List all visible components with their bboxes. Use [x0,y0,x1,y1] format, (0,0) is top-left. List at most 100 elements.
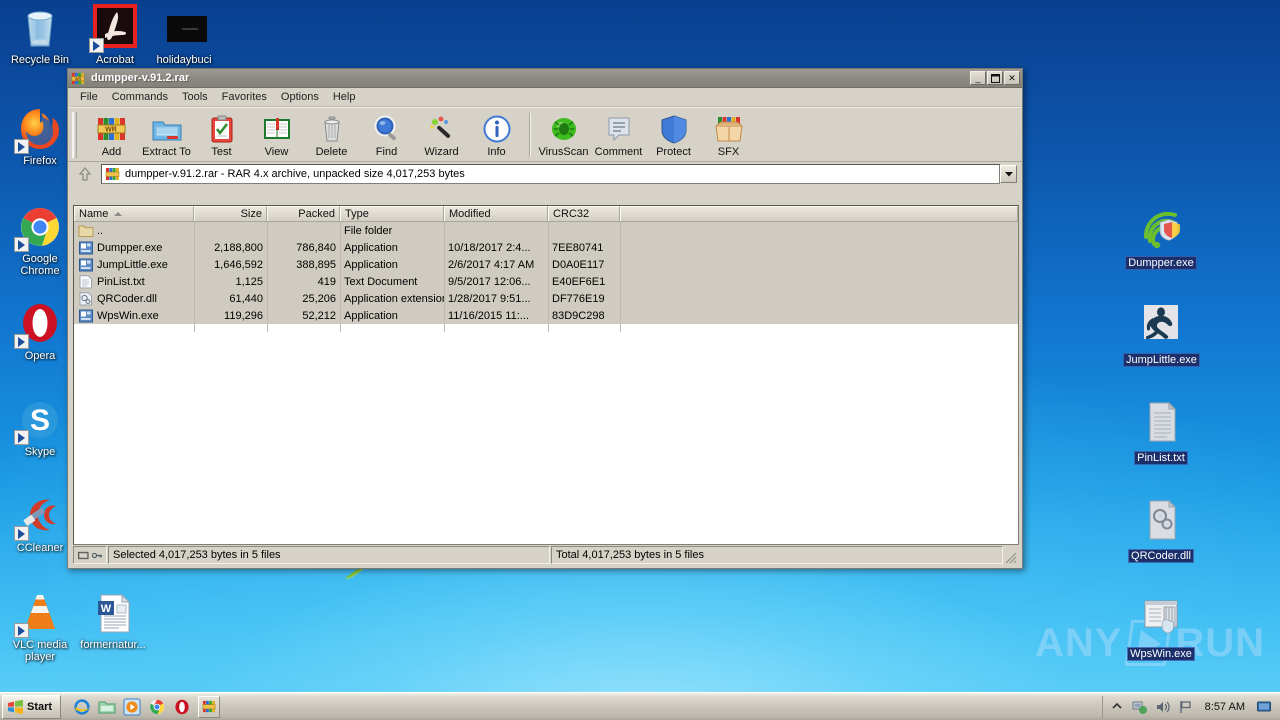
desktop-icon-label: Skype [24,446,56,458]
find-magnifier-icon [371,113,403,145]
toolbar-button-protect[interactable]: Protect [646,111,701,158]
toolbar-button-delete[interactable]: Delete [304,111,359,158]
cell-size: 2,188,800 [214,241,263,254]
window-titlebar[interactable]: WR dumpper-v.91.2.rar _ ✕ [68,69,1022,88]
desktop-icon-skype[interactable]: S Skype [3,396,77,458]
address-dropdown-button[interactable] [1000,165,1017,183]
table-row[interactable]: QRCoder.dll 61,440 25,206 Application ex… [74,290,1018,307]
winrar-window[interactable]: WR dumpper-v.91.2.rar _ ✕ File Commands … [67,68,1023,569]
column-header-packed[interactable]: Packed [267,206,340,221]
desktop-icon-pinlist-txt[interactable]: PinList.txt [1124,398,1198,466]
toolbar[interactable]: WR Add Extract To Test View Delete Find … [68,107,1022,162]
taskbar-chrome-icon[interactable] [148,698,166,716]
start-label: Start [27,700,53,713]
black-file-icon [160,4,208,52]
volume-icon[interactable] [1155,699,1171,715]
menu-bar[interactable]: File Commands Tools Favorites Options He… [68,88,1022,107]
desktop-icon-opera[interactable]: Opera [3,300,77,362]
cell-name: WpsWin.exe [97,309,159,322]
taskbar-media-player-icon[interactable] [123,698,141,716]
maximize-button[interactable] [987,71,1003,85]
up-one-level-button[interactable] [73,164,97,185]
wifi-shield-icon [1137,203,1185,251]
system-tray[interactable]: 8:57 AM [1101,695,1276,718]
address-field[interactable]: dumpper-v.91.2.rar - RAR 4.x archive, un… [101,164,1000,184]
menu-item-options[interactable]: Options [274,89,326,105]
word-document-icon: W [89,589,137,637]
toolbar-button-add[interactable]: WR Add [84,111,139,158]
desktop-icon-vlc-media-player[interactable]: VLC media player [3,589,77,663]
quick-launch-bar[interactable] [73,695,221,719]
desktop-icon-holidaybuci[interactable]: holidaybuci [147,4,221,66]
column-header-type[interactable]: Type [340,206,444,221]
resize-grip[interactable] [1003,546,1017,564]
taskbar-opera-icon[interactable] [173,698,191,716]
menu-item-tools[interactable]: Tools [175,89,215,105]
toolbar-label: Test [211,146,232,158]
toolbar-button-sfx[interactable]: SFX [701,111,756,158]
cell-type: Application [344,241,398,254]
table-row[interactable]: .. File folder [74,222,1018,239]
menu-item-favorites[interactable]: Favorites [215,89,274,105]
show-desktop-icon[interactable] [1256,699,1272,715]
toolbar-button-test[interactable]: Test [194,111,249,158]
cell-name: Dumpper.exe [97,241,163,254]
wizard-wand-icon [426,113,458,145]
column-header-modified[interactable]: Modified [444,206,548,221]
desktop-icon-formernatur[interactable]: W formernatur... [76,589,150,651]
taskbar-windows-explorer-icon[interactable] [98,698,116,716]
menu-item-file[interactable]: File [73,89,105,105]
desktop[interactable]: ANY RUN Recycle Bin Acrobat holidaybuci … [0,0,1280,720]
desktop-icon-recycle-bin[interactable]: Recycle Bin [3,4,77,66]
desktop-icon-label: Acrobat [96,54,134,66]
column-divider [548,222,549,332]
desktop-icon-wpswin-exe[interactable]: WpsWin.exe [1124,594,1198,662]
cell-type: Application [344,309,398,322]
start-button[interactable]: Start [2,694,62,719]
taskbar[interactable]: Start 8:57 AM [0,692,1280,720]
shortcut-overlay-icon [14,430,29,445]
column-header-row[interactable]: Name Size Packed Type Modified CRC32 [74,206,1018,222]
file-rows[interactable]: .. File folder Dumpper.exe 2,188,800 786… [74,222,1018,332]
comment-balloon-icon [603,113,635,145]
toolbar-button-info[interactable]: Info [469,111,524,158]
delete-trash-icon [316,113,348,145]
toolbar-button-wizard[interactable]: Wizard [414,111,469,158]
desktop-icon-google-chrome[interactable]: Google Chrome [3,203,77,277]
taskbar-internet-explorer-icon[interactable] [73,698,91,716]
table-row[interactable]: Dumpper.exe 2,188,800 786,840 Applicatio… [74,239,1018,256]
taskbar-clock[interactable]: 8:57 AM [1205,701,1245,713]
menu-item-commands[interactable]: Commands [105,89,175,105]
flag-icon[interactable] [1178,699,1194,715]
column-header-name[interactable]: Name [74,206,194,221]
table-row[interactable]: WpsWin.exe 119,296 52,212 Application 11… [74,307,1018,324]
menu-item-help[interactable]: Help [326,89,363,105]
toolbar-button-find[interactable]: Find [359,111,414,158]
taskbar-button-winrar[interactable] [198,695,221,718]
address-bar-row[interactable]: dumpper-v.91.2.rar - RAR 4.x archive, un… [68,162,1022,186]
toolbar-button-extract-to[interactable]: Extract To [139,111,194,158]
desktop-icon-acrobat[interactable]: Acrobat [78,4,152,66]
network-icon[interactable] [1132,699,1148,715]
table-row[interactable]: PinList.txt 1,125 419 Text Document 9/5/… [74,273,1018,290]
cell-modified: 1/28/2017 9:51... [448,292,531,305]
cell-type: Application [344,258,398,271]
jumping-man-icon [1137,300,1185,348]
toolbar-button-view[interactable]: View [249,111,304,158]
desktop-icon-label: JumpLittle.exe [1124,354,1199,366]
desktop-icon-qrcoder-dll[interactable]: QRCoder.dll [1124,496,1198,564]
minimize-button[interactable]: _ [970,71,986,85]
table-row[interactable]: JumpLittle.exe 1,646,592 388,895 Applica… [74,256,1018,273]
desktop-icon-jumplittle-exe[interactable]: JumpLittle.exe [1124,300,1199,368]
desktop-icon-ccleaner[interactable]: CCleaner [3,492,77,554]
chevron-up-icon[interactable] [1109,699,1125,715]
column-header-crc32[interactable]: CRC32 [548,206,620,221]
file-list-pane[interactable]: Name Size Packed Type Modified CRC32 .. … [73,205,1019,545]
toolbar-button-virusscan[interactable]: VirusScan [536,111,591,158]
info-circle-icon [481,113,513,145]
column-header-size[interactable]: Size [194,206,267,221]
desktop-icon-dumpper-exe[interactable]: Dumpper.exe [1124,203,1198,271]
toolbar-button-comment[interactable]: Comment [591,111,646,158]
close-button[interactable]: ✕ [1004,71,1020,85]
desktop-icon-firefox[interactable]: Firefox [3,105,77,167]
